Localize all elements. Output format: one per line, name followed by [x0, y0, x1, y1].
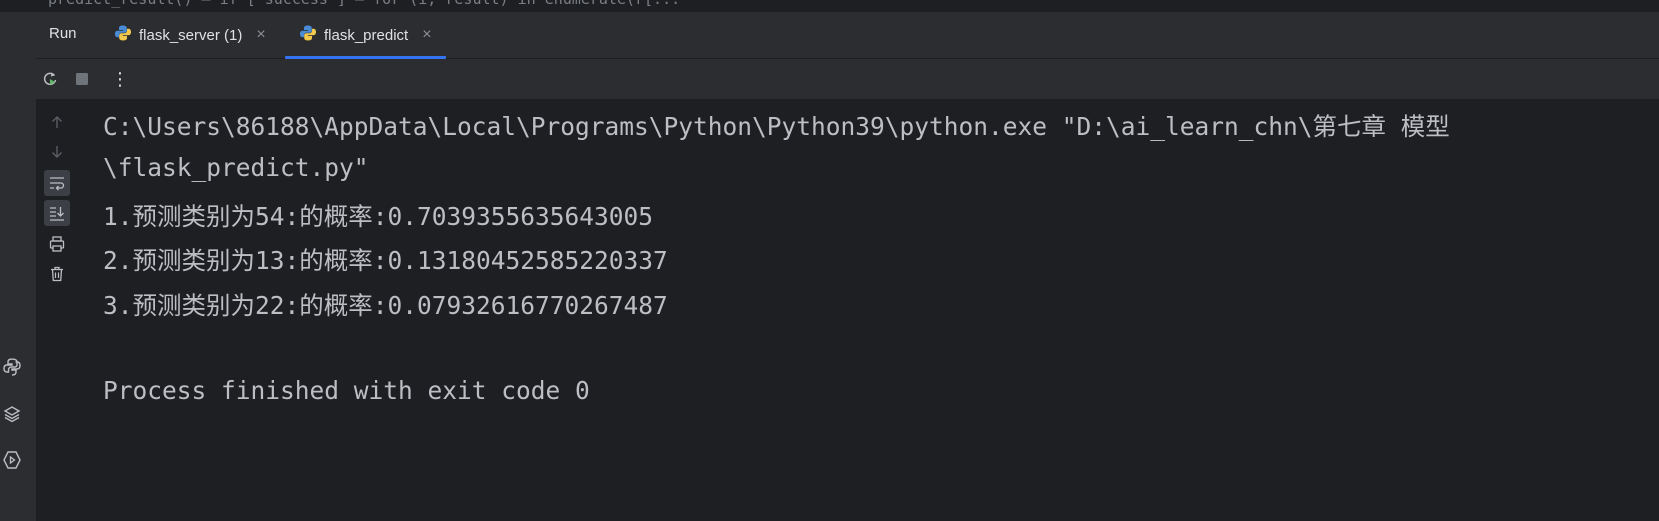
console-output[interactable]: C:\Users\86188\AppData\Local\Programs\Py…: [80, 100, 1659, 521]
trash-icon[interactable]: [44, 261, 70, 287]
layers-icon[interactable]: [0, 402, 24, 426]
rerun-icon[interactable]: [38, 67, 62, 91]
run-tool-window-tabbar: Run flask_server (1) × flask_predict ×: [36, 12, 1659, 59]
services-icon[interactable]: [0, 448, 24, 472]
tab-flask-predict[interactable]: flask_predict ×: [285, 12, 446, 59]
python-icon: [114, 24, 132, 46]
print-icon[interactable]: [44, 231, 70, 257]
left-tool-rail: [0, 12, 37, 521]
scroll-to-end-icon[interactable]: [44, 200, 70, 226]
close-icon[interactable]: ×: [256, 26, 265, 44]
tab-flask-server[interactable]: flask_server (1) ×: [114, 12, 266, 58]
up-arrow-icon[interactable]: [44, 109, 70, 135]
tab-label: flask_server (1): [139, 26, 243, 44]
console-line: 1.预测类别为54:的概率:0.7039355635643005: [103, 202, 654, 231]
console-line: Process finished with exit code 0: [103, 376, 590, 405]
editor-breadcrumb-text: predict_result() — if ["success"] — for …: [48, 0, 680, 8]
console-line: \flask_predict.py": [103, 153, 369, 182]
soft-wrap-icon[interactable]: [44, 170, 70, 196]
console-line: C:\Users\86188\AppData\Local\Programs\Py…: [103, 112, 1450, 141]
close-icon[interactable]: ×: [422, 26, 431, 44]
console-line: 3.预测类别为22:的概率:0.07932616770267487: [103, 291, 668, 320]
editor-breadcrumb-strip: predict_result() — if ["success"] — for …: [0, 0, 1659, 12]
run-tool-window-title: Run: [49, 25, 77, 42]
python-icon: [299, 24, 317, 46]
down-arrow-icon[interactable]: [44, 139, 70, 165]
stop-icon[interactable]: [70, 67, 94, 91]
console-line: 2.预测类别为13:的概率:0.13180452585220337: [103, 246, 668, 275]
run-toolbar: ⋮: [36, 59, 1659, 100]
tab-label: flask_predict: [324, 26, 409, 44]
more-options-icon[interactable]: ⋮: [108, 67, 132, 91]
python-console-icon[interactable]: [0, 355, 24, 379]
console-gutter: [36, 100, 80, 521]
